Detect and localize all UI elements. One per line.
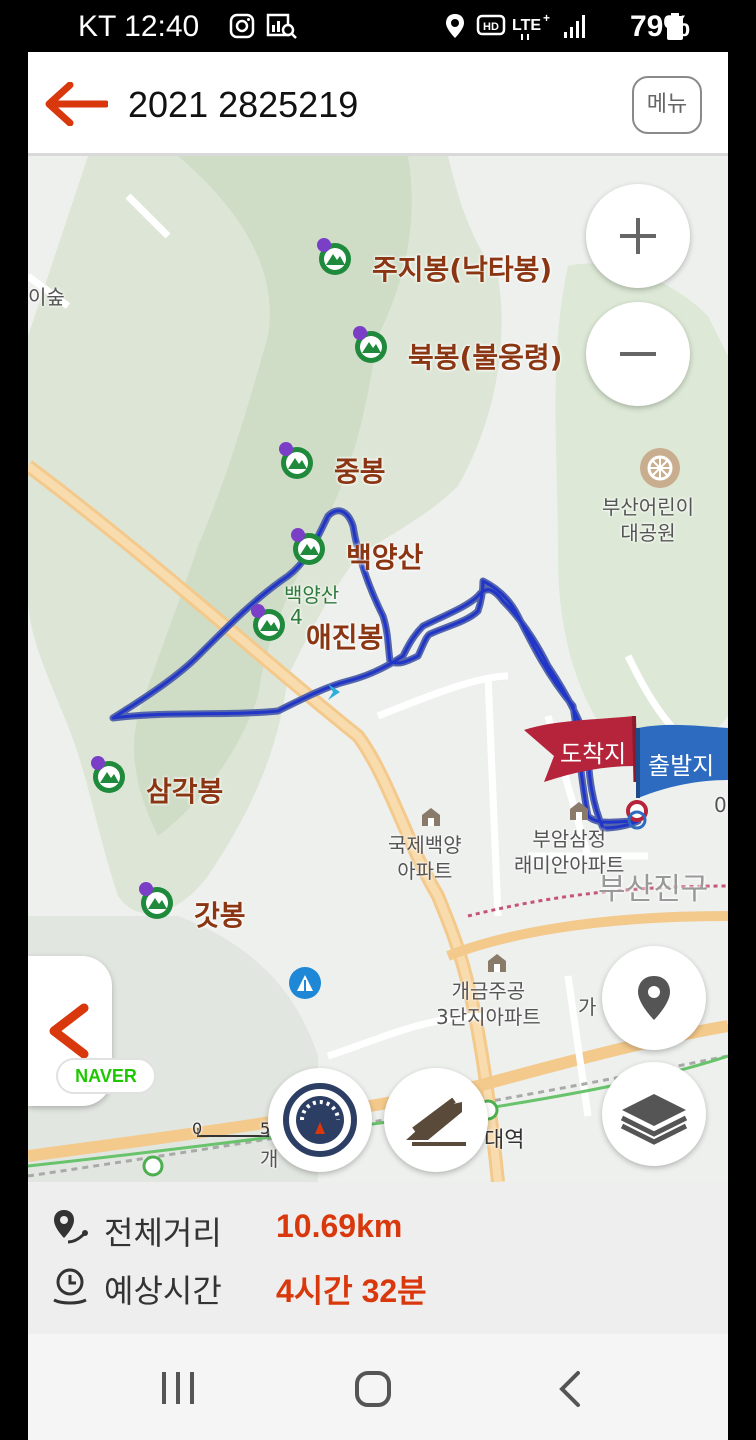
elevation-profile-button[interactable] [384, 1068, 488, 1172]
station-label: 대역 [484, 1128, 525, 1153]
place-label: 가 [578, 995, 597, 1019]
place-label: 4 [290, 605, 303, 629]
recent-apps-icon[interactable] [158, 1370, 198, 1406]
gallery-icon [266, 13, 297, 39]
district-label: 부산진구 [598, 872, 709, 907]
peak-marker-icon[interactable] [90, 756, 128, 794]
my-location-button[interactable] [602, 946, 706, 1050]
campsite-icon[interactable] [288, 966, 322, 1000]
peak-label: 갓봉 [194, 899, 246, 932]
ferris-wheel-icon[interactable] [638, 446, 682, 490]
minus-icon [620, 352, 656, 356]
status-bar: KT 12:40 HD LTE + 79% [0, 0, 756, 52]
page-title: 2021 2825219 [128, 84, 359, 125]
place-label: 개금주공 3단지아파트 [436, 979, 541, 1029]
peak-label: 백양산 [346, 541, 424, 574]
elevation-icon [406, 1097, 466, 1146]
speedometer-button[interactable] [268, 1068, 372, 1172]
hd-voice-icon: HD [476, 14, 506, 36]
chevron-left-icon [49, 1003, 89, 1059]
zoom-out-button[interactable] [586, 302, 690, 406]
time-value: 4시간 32분 [276, 1273, 427, 1309]
app-screen: 2021 2825219 메뉴 주지봉(낙타봉) 북봉(불웅령) 중봉 백양산 … [28, 52, 728, 1440]
clock-route-icon [53, 1268, 87, 1305]
map-layers-button[interactable] [602, 1062, 706, 1166]
route-distance-icon [54, 1210, 88, 1244]
signal-icon [564, 15, 585, 38]
svg-text:HD: HD [483, 21, 499, 33]
zoom-in-button[interactable] [586, 184, 690, 288]
route-summary: 전체거리 10.69km 예상시간 4시간 32분 [28, 1182, 728, 1334]
place-label: 이숲 [28, 285, 65, 309]
location-icon [446, 14, 464, 38]
map-view[interactable]: 주지봉(낙타봉) 북봉(불웅령) 중봉 백양산 애진봉 삼각봉 갓봉 이숲 백양… [28, 156, 728, 1182]
peak-marker-icon[interactable] [290, 528, 328, 566]
peak-marker-icon[interactable] [250, 604, 288, 642]
svg-text:LTE: LTE [512, 17, 541, 34]
place-label: 국제백양 아파트 [388, 833, 462, 883]
app-bar: 2021 2825219 메뉴 [28, 52, 728, 156]
speedometer-icon [283, 1083, 357, 1157]
place-label: 부산어린이 대공원 [602, 495, 694, 545]
peak-label: 삼각봉 [146, 775, 224, 808]
departure-flag-label: 출발지 [648, 752, 715, 780]
peak-label: 주지봉(낙타봉) [372, 253, 553, 286]
back-nav-icon[interactable] [556, 1370, 586, 1408]
battery-icon [667, 13, 683, 40]
svg-text:+: + [543, 12, 550, 25]
back-arrow-icon[interactable] [44, 82, 108, 126]
peak-marker-icon[interactable] [316, 238, 354, 276]
carrier-time: KT 12:40 [78, 10, 200, 43]
menu-button[interactable]: 메뉴 [632, 76, 702, 134]
instagram-icon [229, 13, 255, 39]
start-end-pin-icon [626, 800, 648, 830]
system-nav-bar [28, 1334, 728, 1440]
plus-icon [620, 218, 656, 254]
peak-marker-icon[interactable] [278, 442, 316, 480]
home-icon[interactable] [354, 1370, 394, 1410]
peak-marker-icon[interactable] [352, 326, 390, 364]
time-label: 예상시간 [104, 1272, 222, 1310]
distance-value: 10.69km [276, 1208, 403, 1244]
apartment-icon [488, 954, 506, 972]
distance-label: 전체거리 [104, 1214, 222, 1252]
lte-signal-icon: LTE + [512, 12, 550, 40]
location-pin-icon [638, 976, 670, 1020]
scale-label: 0 [192, 1119, 203, 1138]
apartment-icon [570, 802, 588, 820]
layers-icon [620, 1094, 688, 1145]
apartment-icon [422, 808, 440, 826]
peak-marker-icon[interactable] [138, 882, 176, 920]
peak-label: 애진봉 [306, 621, 384, 654]
naver-logo: NAVER [56, 1058, 156, 1094]
peak-label: 중봉 [334, 455, 386, 488]
peak-label: 북봉(불웅령) [408, 341, 563, 374]
arrival-flag-label: 도착지 [560, 740, 627, 768]
